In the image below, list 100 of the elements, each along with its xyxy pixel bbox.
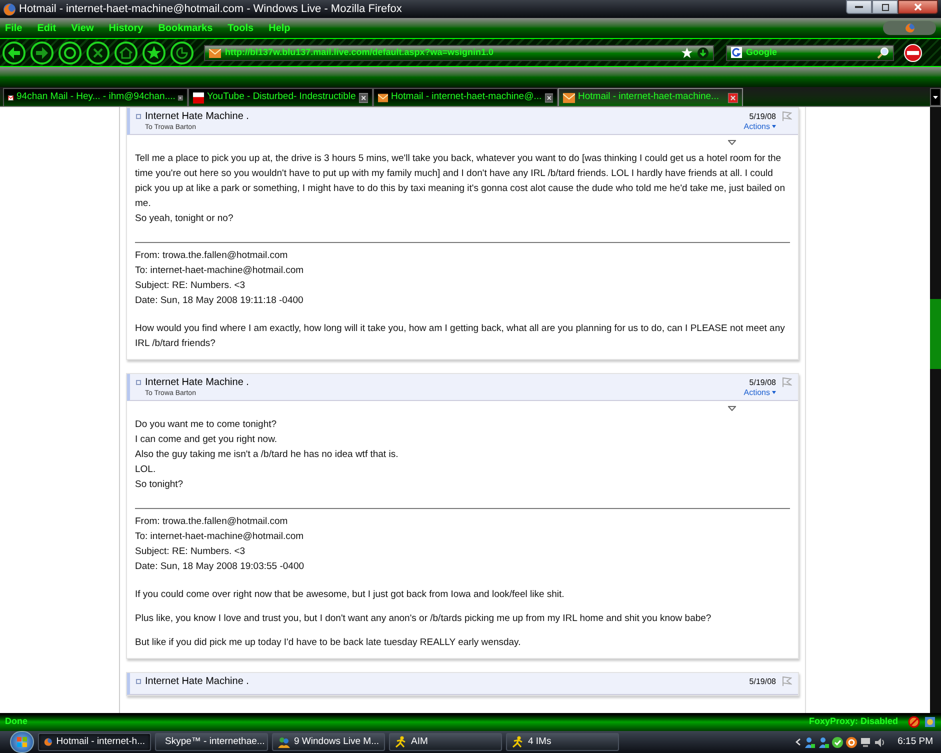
taskbar-label: 4 IMs (528, 734, 552, 749)
close-icon[interactable] (178, 92, 183, 102)
menu-item[interactable]: History (108, 20, 144, 36)
firefox-icon (904, 23, 914, 33)
caret-icon (772, 125, 776, 128)
message-header[interactable]: Internet Hate Machine . 5/19/08 (127, 673, 798, 695)
close-icon[interactable] (728, 92, 738, 102)
firefox-icon (44, 736, 52, 748)
quote-header-line: From: trowa.the.fallen@hotmail.com (135, 515, 289, 529)
actions-menu[interactable]: Actions (744, 122, 776, 131)
computer-icon[interactable] (860, 736, 871, 748)
taskbar-button[interactable]: Hotmail - internet-h... (38, 733, 151, 751)
close-button[interactable] (898, 0, 938, 14)
envelope-icon (563, 92, 575, 102)
taskbar-button[interactable]: 9 Windows Live M... (272, 733, 385, 751)
quote-header-line: To: internet-haet-machine@hotmail.com (135, 530, 305, 544)
running-figure-icon (395, 736, 407, 748)
adblock-icon[interactable] (904, 44, 922, 62)
scrollbar[interactable] (930, 107, 941, 713)
home-icon[interactable] (114, 40, 138, 64)
menu-item[interactable]: View (71, 20, 94, 36)
message-text: So yeah, tonight or no? (135, 212, 234, 226)
proxy-status: FoxyProxy: Disabled (808, 715, 898, 728)
clock-time: 6:15 PM (898, 734, 933, 749)
message-text: Tell me a place to pick you up at, the drive is 3 hours 5 mins, we'll take you back, whatever you want to do [was thinking I could get us a hotel room for the time you're out here so you wouldn't have to put up with my family much] and I don't have any IRL /b/tard friends. LOL I hardly have friends at all. I could pick you up at like a park or something, I might have to do this by taxi meaning it's gonna cost alot cause the dude who told me he'd take me, just bailed on me. (135, 152, 786, 211)
taskbar-button[interactable]: Skype™ - internethae... (155, 733, 268, 751)
envelope-icon (8, 92, 14, 102)
close-icon[interactable] (544, 92, 553, 102)
menu-item[interactable]: Help (268, 20, 290, 36)
no-entry-icon[interactable] (908, 716, 920, 728)
go-arrow-icon[interactable] (697, 46, 709, 58)
message-text: So tonight? (135, 478, 184, 492)
expand-arrow-icon[interactable] (728, 140, 736, 144)
taskbar-label: AIM (411, 734, 428, 749)
reload-icon[interactable] (58, 40, 82, 64)
taskbar-label: Hotmail - internet-h... (56, 734, 145, 749)
extension-icon[interactable] (924, 716, 936, 728)
close-icon (914, 3, 922, 11)
quote-header-line: Subject: RE: Numbers. <3 (135, 279, 246, 293)
sender-name: Internet Hate Machine . (145, 676, 249, 688)
menu-item[interactable]: Tools (228, 20, 254, 36)
ring-icon[interactable] (846, 736, 857, 748)
start-button[interactable] (10, 731, 34, 753)
browser-tab[interactable]: YouTube - Disturbed- Indestructible (188, 88, 373, 106)
quote-header-line: To: internet-haet-machine@hotmail.com (135, 264, 305, 278)
search-input[interactable]: Google (746, 46, 856, 60)
tab-title: Hotmail - internet-haet-machine@... (391, 90, 542, 104)
message-text: Also the guy taking me isn't a /b/tard he has no idea wtf that is. (135, 448, 400, 462)
taskbar-label: Skype™ - internethae... (165, 734, 265, 749)
taskbar-button[interactable]: 4 IMs (506, 733, 619, 751)
status-text: Done (5, 715, 28, 728)
tab-title: Hotmail - internet-haet-machine... (578, 90, 719, 104)
star-icon[interactable] (681, 46, 693, 58)
speaker-icon[interactable] (874, 736, 885, 748)
menu-item[interactable]: Bookmarks (158, 20, 213, 36)
caret-icon (933, 96, 938, 98)
browser-tab[interactable]: Hotmail - internet-haet-machine... (558, 88, 743, 106)
user-icon[interactable] (804, 736, 815, 748)
search-icon[interactable] (877, 46, 889, 58)
collapse-icon[interactable] (136, 114, 141, 119)
sender-name: Internet Hate Machine . (145, 111, 249, 123)
stop-icon[interactable] (86, 40, 110, 64)
message-date: 5/19/08 (749, 111, 776, 122)
taskbar-button[interactable]: AIM (389, 733, 502, 751)
tab-list-button[interactable] (930, 88, 941, 106)
tab-title: 94chan Mail - Hey... - ihm@94chan.... (16, 90, 176, 104)
quoted-text: How would you find where I am exactly, how long will it take you, how am I getting back, what all are you planning for us to do, can I PLEASE not meet any IRL /b/tard friends? (135, 322, 786, 351)
quote-header-line: Subject: RE: Numbers. <3 (135, 545, 246, 559)
shield-check-icon[interactable] (832, 736, 843, 748)
quote-header-line: Date: Sun, 18 May 2008 19:03:55 -0400 (135, 560, 306, 574)
envelope-icon (209, 48, 221, 58)
restore-button[interactable] (872, 0, 898, 14)
menu-item[interactable]: Edit (37, 20, 56, 36)
search-field[interactable]: Google (726, 44, 894, 60)
search-engine-icon (731, 47, 742, 58)
collapse-icon[interactable] (136, 679, 141, 684)
quote-header-line: Date: Sun, 18 May 2008 19:11:18 -0400 (135, 294, 304, 308)
chevron-left-icon[interactable] (794, 738, 801, 746)
caret-icon (772, 391, 776, 394)
window-title: Hotmail - internet-haet-machine@hotmail.com - Windows Live - Mozilla Firefox (19, 2, 402, 17)
expand-arrow-icon[interactable] (728, 406, 736, 410)
collapse-icon[interactable] (136, 380, 141, 385)
url-text: http://bl137w.blu137.mail.live.com/default.aspx?wa=wsignin1.0 (225, 46, 494, 59)
running-figure-icon (512, 736, 524, 748)
close-icon[interactable] (358, 92, 368, 102)
minimize-button[interactable] (846, 0, 872, 14)
address-bar[interactable]: http://bl137w.blu137.mail.live.com/default.aspx?wa=wsignin1.0 (204, 44, 714, 60)
actions-menu[interactable]: Actions (744, 388, 776, 397)
browser-tab[interactable]: 94chan Mail - Hey... - ihm@94chan.... (3, 88, 188, 106)
message-date: 5/19/08 (749, 377, 776, 388)
message-text: Do you want me to come tonight? (135, 418, 278, 432)
taskbar-label: 9 Windows Live M... (294, 734, 379, 749)
firefox-icon (3, 2, 16, 16)
history-icon[interactable] (170, 40, 194, 64)
browser-tab[interactable]: Hotmail - internet-haet-machine@... (373, 88, 558, 106)
quoted-text: Plus like, you know I love and trust you, but I don't want any anon's or /b/tards picking me up from my IRL home and shit you know babe? (135, 612, 712, 626)
menu-item[interactable]: File (5, 20, 22, 36)
quote-header-line: From: trowa.the.fallen@hotmail.com (135, 249, 289, 263)
actions-label: Actions (744, 122, 770, 131)
user-icon[interactable] (818, 736, 829, 748)
